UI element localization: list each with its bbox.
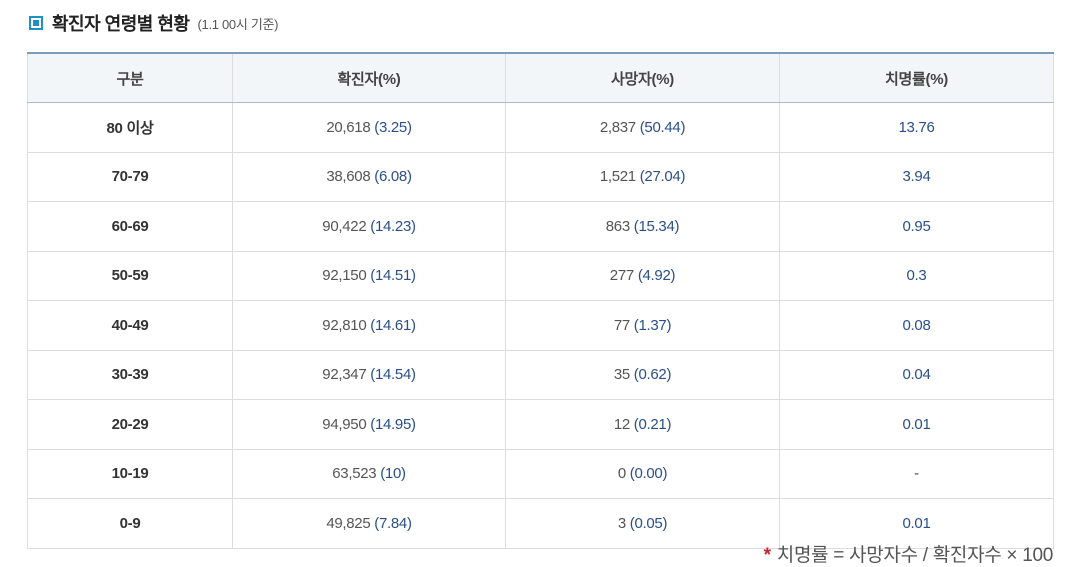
- deaths-percent: (15.34): [633, 217, 680, 235]
- deaths-percent: (0.00): [629, 465, 668, 483]
- table-row: 40-49 92,810 (14.61) 77 (1.37) 0.08: [27, 300, 1054, 351]
- deaths-percent: (4.92): [637, 267, 676, 285]
- cases-value: 20,618: [326, 118, 371, 136]
- fatality-cell: 0.08: [779, 300, 1054, 351]
- cases-value: 94,950: [322, 415, 367, 433]
- table-row: 80 이상 20,618 (3.25) 2,837 (50.44) 13.76: [27, 102, 1054, 153]
- table-body: 80 이상 20,618 (3.25) 2,837 (50.44) 13.76 70-7…: [27, 102, 1054, 549]
- cases-cell: 94,950 (14.95): [232, 399, 506, 450]
- deaths-cell: 277 (4.92): [505, 250, 780, 301]
- deaths-cell: 35 (0.62): [505, 349, 780, 400]
- header-fatality: 치명률(%): [779, 53, 1054, 103]
- age-cell: 30-39: [27, 349, 233, 400]
- cases-percent: (7.84): [374, 514, 412, 532]
- deaths-value: 12: [613, 415, 630, 433]
- cases-percent: (14.51): [370, 267, 416, 285]
- cases-cell: 90,422 (14.23): [232, 201, 506, 252]
- table-row: 70-79 38,608 (6.08) 1,521 (27.04) 3.94: [27, 151, 1054, 202]
- table-row: 30-39 92,347 (14.54) 35 (0.62) 0.04: [27, 349, 1054, 400]
- cases-cell: 20,618 (3.25): [232, 102, 506, 153]
- deaths-percent: (27.04): [639, 168, 686, 186]
- deaths-value: 1,521: [599, 168, 636, 186]
- deaths-percent: (1.37): [633, 316, 672, 334]
- cases-percent: (10): [380, 465, 406, 483]
- table-row: 50-59 92,150 (14.51) 277 (4.92) 0.3: [27, 250, 1054, 301]
- title-subtitle: (1.1 00시 기준): [197, 16, 279, 32]
- deaths-cell: 77 (1.37): [505, 300, 780, 351]
- header-category: 구분: [27, 53, 233, 103]
- deaths-value: 0: [617, 465, 626, 483]
- fatality-cell: 3.94: [779, 151, 1054, 202]
- deaths-percent: (0.21): [633, 415, 672, 433]
- cases-value: 38,608: [326, 168, 371, 186]
- cases-cell: 63,523 (10): [232, 448, 506, 499]
- cases-cell: 92,150 (14.51): [232, 250, 506, 301]
- deaths-cell: 12 (0.21): [505, 399, 780, 450]
- cases-value: 92,347: [322, 366, 367, 384]
- fatality-cell: 13.76: [779, 102, 1054, 153]
- square-bullet-icon: [29, 16, 43, 30]
- deaths-cell: 2,837 (50.44): [505, 102, 780, 153]
- deaths-value: 77: [613, 316, 630, 334]
- deaths-cell: 0 (0.00): [505, 448, 780, 499]
- cases-cell: 49,825 (7.84): [232, 498, 506, 549]
- deaths-percent: (0.62): [633, 366, 672, 384]
- age-cell: 10-19: [27, 448, 233, 499]
- header-deaths: 사망자(%): [505, 53, 780, 103]
- header-cases: 확진자(%): [232, 53, 506, 103]
- cases-cell: 92,810 (14.61): [232, 300, 506, 351]
- section-title: 확진자 연령별 현황 (1.1 00시 기준): [29, 8, 278, 38]
- deaths-percent: (0.05): [629, 514, 668, 532]
- age-cell: 50-59: [27, 250, 233, 301]
- cases-percent: (14.54): [370, 366, 416, 384]
- deaths-value: 277: [609, 267, 634, 285]
- cases-value: 92,810: [322, 316, 367, 334]
- deaths-value: 35: [613, 366, 630, 384]
- table-header-row: 구분 확진자(%) 사망자(%) 치명률(%): [27, 53, 1054, 103]
- deaths-value: 863: [605, 217, 630, 235]
- deaths-value: 2,837: [599, 118, 636, 136]
- cases-percent: (14.23): [370, 217, 416, 235]
- fatality-cell: 0.3: [779, 250, 1054, 301]
- fatality-cell: -: [779, 448, 1054, 499]
- fatality-cell: 0.01: [779, 399, 1054, 450]
- cases-value: 92,150: [322, 267, 367, 285]
- table-row: 20-29 94,950 (14.95) 12 (0.21) 0.01: [27, 399, 1054, 450]
- cases-percent: (14.61): [370, 316, 416, 334]
- cases-percent: (3.25): [374, 118, 412, 136]
- deaths-percent: (50.44): [639, 118, 686, 136]
- age-cell: 40-49: [27, 300, 233, 351]
- deaths-cell: 863 (15.34): [505, 201, 780, 252]
- fatality-cell: 0.95: [779, 201, 1054, 252]
- table-row: 60-69 90,422 (14.23) 863 (15.34) 0.95: [27, 201, 1054, 252]
- age-cell: 80 이상: [27, 102, 233, 153]
- cases-percent: (6.08): [374, 168, 412, 186]
- cases-cell: 38,608 (6.08): [232, 151, 506, 202]
- cases-value: 90,422: [322, 217, 367, 235]
- age-cell: 60-69: [27, 201, 233, 252]
- age-cell: 70-79: [27, 151, 233, 202]
- cases-value: 49,825: [326, 514, 371, 532]
- age-cell: 0-9: [27, 498, 233, 549]
- deaths-value: 3: [617, 514, 626, 532]
- deaths-cell: 3 (0.05): [505, 498, 780, 549]
- cases-cell: 92,347 (14.54): [232, 349, 506, 400]
- cases-percent: (14.95): [370, 415, 416, 433]
- table-row: 10-19 63,523 (10) 0 (0.00) -: [27, 448, 1054, 499]
- fatality-cell: 0.04: [779, 349, 1054, 400]
- deaths-cell: 1,521 (27.04): [505, 151, 780, 202]
- age-status-table: 구분 확진자(%) 사망자(%) 치명률(%) 80 이상 20,618 (3.2…: [27, 52, 1054, 549]
- cases-value: 63,523: [332, 465, 377, 483]
- page-title: 확진자 연령별 현황: [52, 14, 190, 34]
- age-cell: 20-29: [27, 399, 233, 450]
